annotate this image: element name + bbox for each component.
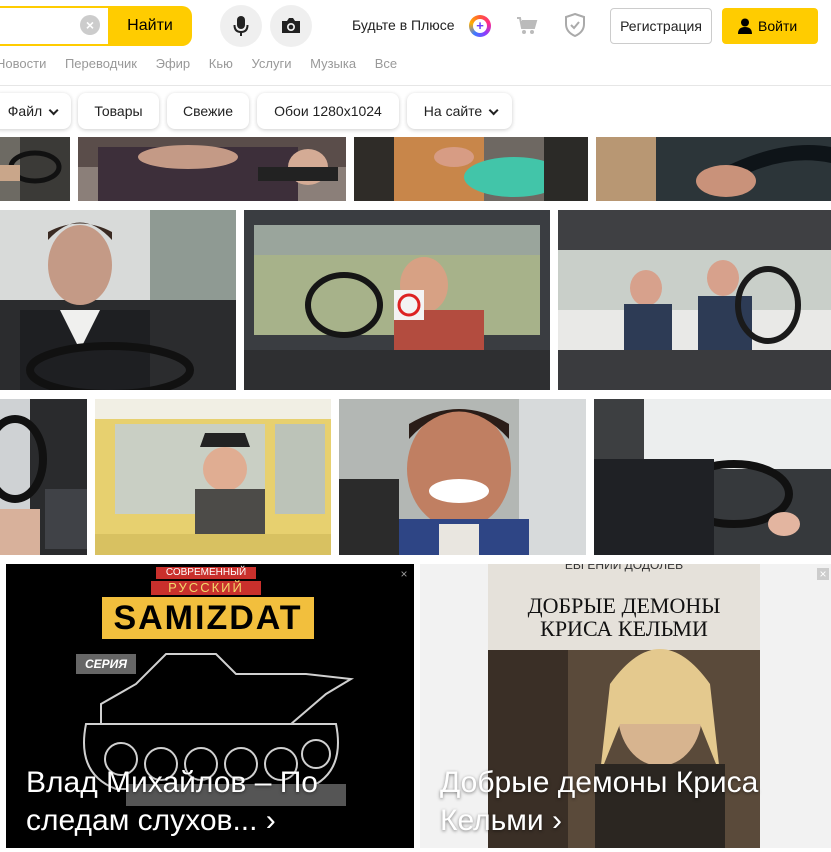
book-ad-card[interactable]: × ЕВГЕНИЙ ДОДОЛЕВ ДОБРЫЕ ДЕМОНЫ КРИСА КЕ… <box>420 564 831 848</box>
shield-icon[interactable] <box>564 12 586 42</box>
filter-wallpaper[interactable]: Обои 1280x1024 <box>257 93 399 129</box>
image-result[interactable] <box>354 137 588 201</box>
image-result[interactable] <box>244 210 550 390</box>
service-link-efir[interactable]: Эфир <box>156 56 191 71</box>
image-result[interactable] <box>0 210 236 390</box>
filter-fresh[interactable]: Свежие <box>167 93 249 129</box>
voice-search-button[interactable] <box>220 5 262 47</box>
login-button[interactable]: Войти <box>722 8 818 44</box>
filter-wallpaper-label: Обои 1280x1024 <box>274 103 382 119</box>
image-result[interactable] <box>95 399 331 555</box>
cover-line-2: РУССКИЙ <box>168 580 244 595</box>
header-divider <box>0 85 831 86</box>
image-result[interactable] <box>78 137 346 201</box>
service-link-uslugi[interactable]: Услуги <box>252 56 292 71</box>
services-nav: Новости Переводчик Эфир Кью Услуги Музык… <box>0 56 412 74</box>
filter-file[interactable]: Файл <box>0 93 71 129</box>
header: × Найти Будьте в Плюсе + Регистрация Вой… <box>0 0 831 52</box>
plus-icon[interactable]: + <box>469 15 491 37</box>
image-result[interactable] <box>0 137 70 201</box>
ad-title[interactable]: Влад Михайлов – По следам слухов... › <box>26 764 404 840</box>
cover-title-line-1: ДОБРЫЕ ДЕМОНЫ <box>527 593 721 618</box>
cart-icon[interactable] <box>516 16 538 41</box>
register-button[interactable]: Регистрация <box>610 8 712 44</box>
image-search-button[interactable] <box>270 5 312 47</box>
cover-line-1: СОВРЕМЕННЫЙ <box>165 567 247 578</box>
filter-goods-label: Товары <box>94 103 143 119</box>
image-result[interactable] <box>594 399 831 555</box>
login-label: Войти <box>758 18 798 34</box>
image-result[interactable] <box>0 399 87 555</box>
filter-file-label: Файл <box>7 103 43 119</box>
ad-title[interactable]: Добрые демоны Криса Кельми › <box>440 764 821 840</box>
cover-title-line-2: КРИСА КЕЛЬМИ <box>540 616 708 641</box>
chevron-down-icon <box>48 105 59 116</box>
camera-icon <box>282 18 300 33</box>
image-result[interactable] <box>596 137 831 201</box>
cover-author: ЕВГЕНИЙ ДОДОЛЕВ <box>564 564 684 572</box>
close-icon[interactable]: × <box>80 15 100 35</box>
service-link-music[interactable]: Музыка <box>310 56 356 71</box>
book-ad-card[interactable]: × СОВРЕМЕННЫЙ РУССКИЙ SAMIZDAT СЕРИЯ Вла… <box>6 564 414 848</box>
service-link-news[interactable]: Новости <box>0 56 46 71</box>
filter-fresh-label: Свежие <box>183 103 233 119</box>
image-search-page: × Найти Будьте в Плюсе + Регистрация Вой… <box>0 0 831 852</box>
service-link-all[interactable]: Все <box>375 56 397 71</box>
cover-line-4: СЕРИЯ <box>84 657 128 671</box>
microphone-icon <box>233 16 249 36</box>
image-result[interactable] <box>339 399 586 555</box>
filter-goods[interactable]: Товары <box>78 93 159 129</box>
search-button[interactable]: Найти <box>108 6 192 46</box>
filter-site-label: На сайте <box>423 103 483 119</box>
plus-promo-link[interactable]: Будьте в Плюсе <box>352 17 455 33</box>
chevron-down-icon <box>488 105 499 116</box>
cover-line-3: SAMIZDAT <box>113 599 303 637</box>
service-link-translate[interactable]: Переводчик <box>65 56 137 71</box>
image-result[interactable] <box>558 210 831 390</box>
service-link-q[interactable]: Кью <box>209 56 233 71</box>
filter-site[interactable]: На сайте <box>407 93 512 129</box>
user-icon <box>738 18 752 34</box>
